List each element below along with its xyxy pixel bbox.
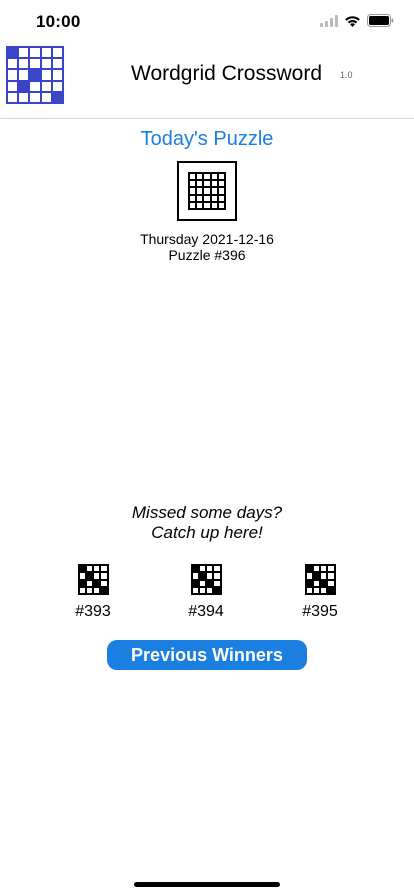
app-header: Wordgrid Crossword 1.0 <box>0 44 414 119</box>
catch-up-prompt-line1: Missed some days? <box>131 503 283 522</box>
cellular-signal-icon <box>320 14 338 27</box>
mini-crossword-icon <box>304 564 336 595</box>
app-version: 1.0 <box>340 70 353 80</box>
previous-puzzle-label: #395 <box>302 603 338 620</box>
previous-winners-button[interactable]: Previous Winners <box>107 640 307 670</box>
status-bar: 10:00 <box>0 0 414 44</box>
previous-puzzle-label: #394 <box>188 603 224 620</box>
previous-puzzle-395-button[interactable]: #395 <box>280 564 360 621</box>
app-logo-icon <box>6 46 64 104</box>
mini-crossword-icon <box>77 564 109 595</box>
previous-puzzle-394-button[interactable]: #394 <box>166 564 246 621</box>
wifi-icon <box>345 15 360 27</box>
catch-up-prompt-line2: Catch up here! <box>151 523 263 542</box>
status-time: 10:00 <box>36 12 81 31</box>
status-icons <box>320 14 394 27</box>
todays-puzzle-date: Thursday 2021-12-16 <box>140 231 274 247</box>
todays-puzzle-button[interactable] <box>177 161 237 221</box>
mini-crossword-icon <box>190 564 222 595</box>
todays-puzzle-heading: Today's Puzzle <box>140 128 274 150</box>
previous-puzzle-393-button[interactable]: #393 <box>53 564 133 621</box>
previous-puzzle-label: #393 <box>75 603 111 620</box>
todays-puzzle-number: Puzzle #396 <box>168 247 246 263</box>
crossword-grid-icon <box>188 172 226 210</box>
battery-icon <box>367 14 394 27</box>
home-indicator[interactable] <box>134 882 280 887</box>
app-title: Wordgrid Crossword <box>131 62 322 85</box>
